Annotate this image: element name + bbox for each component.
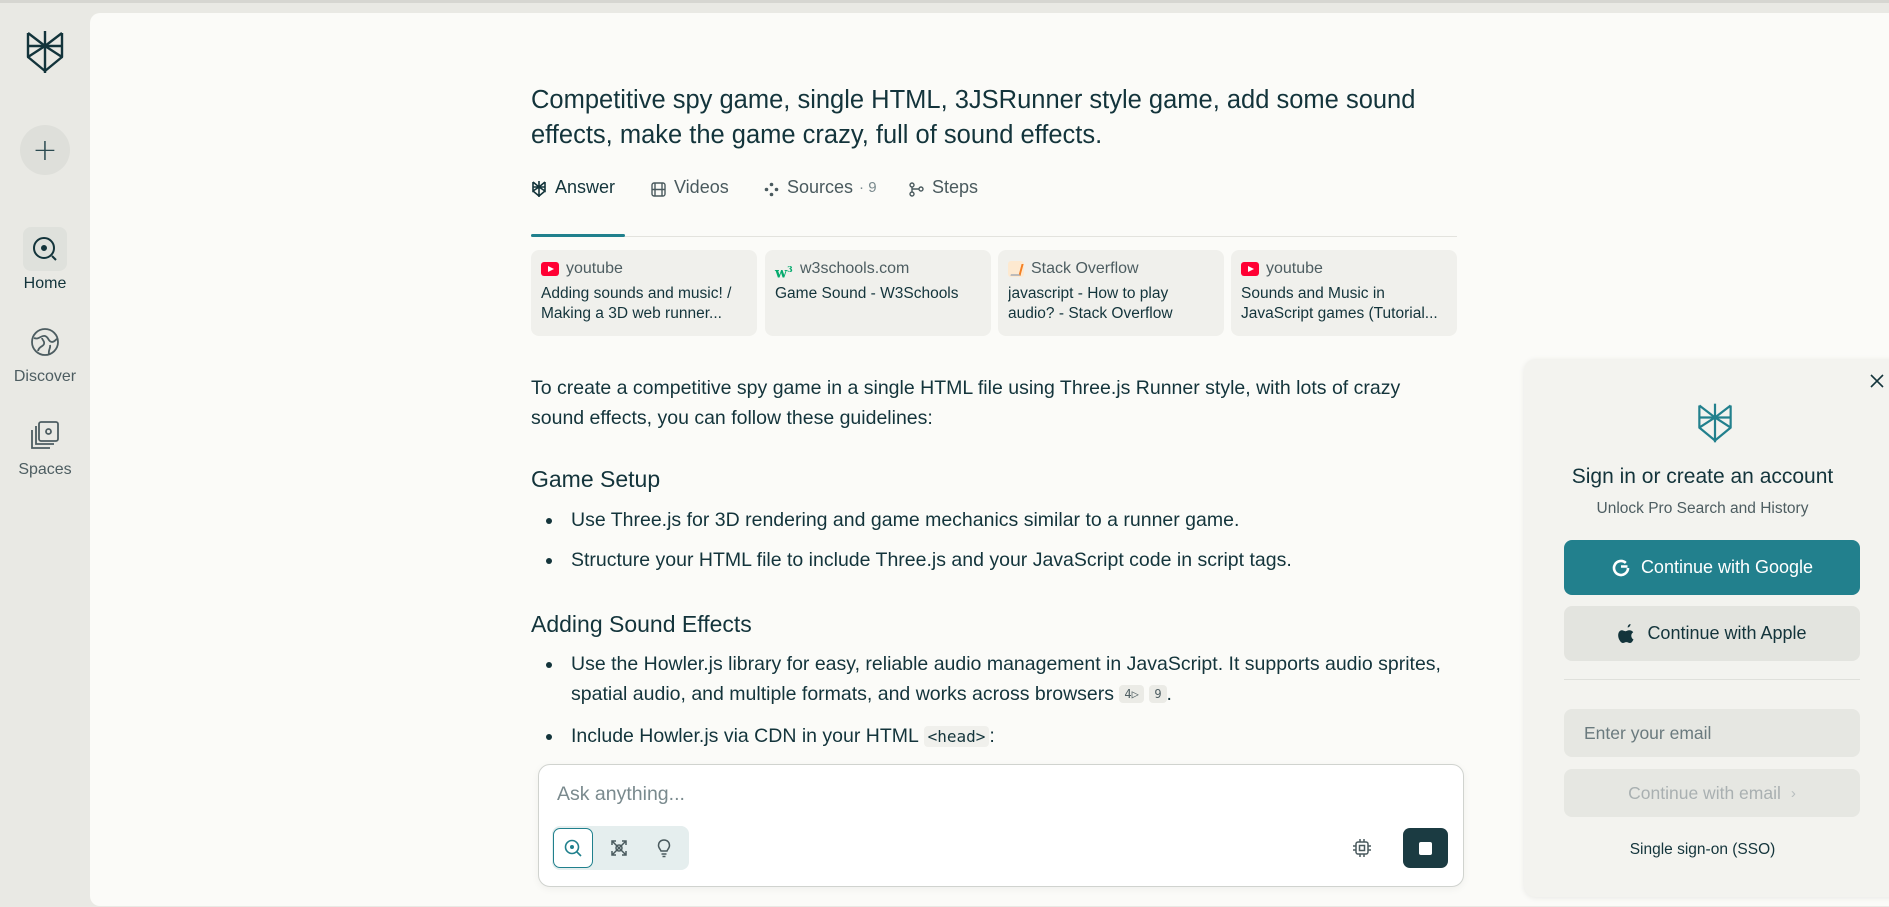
plus-icon: + — [32, 132, 58, 168]
answer-intro: To create a competitive spy game in a si… — [531, 377, 1401, 429]
email-field[interactable] — [1564, 709, 1860, 757]
list-item: Include Howler.js via CDN in your HTML <… — [531, 721, 1457, 752]
source-title: Sounds and Music in JavaScript games (Tu… — [1241, 285, 1438, 322]
bullet-list: Use Three.js for 3D rendering and game m… — [531, 505, 1457, 575]
source-card[interactable]: youtube Adding sounds and music! / Makin… — [531, 250, 757, 336]
pro-search-icon — [611, 840, 627, 856]
apple-icon — [1618, 623, 1634, 643]
reasoning-bulb-icon — [657, 839, 671, 858]
tab-videos[interactable]: Videos — [650, 177, 729, 237]
film-icon — [650, 181, 666, 197]
list-item: Use Three.js for 3D rendering and game m… — [531, 505, 1457, 535]
button-label: Continue with Google — [1640, 557, 1814, 577]
list-item: Use the Howler.js library for easy, reli… — [531, 649, 1457, 709]
new-thread-button[interactable]: + — [20, 125, 70, 175]
button-label: Continue with Apple — [1647, 623, 1807, 643]
divider — [1564, 679, 1860, 680]
pro-search-mode-button[interactable] — [599, 828, 639, 868]
globe-icon — [23, 320, 67, 364]
sidebar-item-label: Discover — [13, 368, 77, 385]
button-label: Continue with email — [1628, 782, 1781, 803]
tab-label: Answer — [555, 177, 616, 197]
section-heading: Adding Sound Effects — [531, 611, 752, 637]
w3schools-icon: w3 — [775, 264, 793, 282]
branch-icon — [908, 181, 924, 197]
source-title: Adding sounds and music! / Making a 3D w… — [541, 285, 732, 322]
signin-title: Sign in or create an account — [1571, 465, 1834, 488]
section-heading: Game Setup — [531, 466, 661, 492]
ask-input[interactable] — [557, 783, 1417, 806]
citation-number: 4 — [1124, 687, 1132, 701]
source-title: Game Sound - W3Schools — [775, 285, 959, 302]
stacked-squares-icon — [23, 413, 67, 457]
close-icon — [1870, 374, 1884, 388]
sources-count: · 9 — [859, 179, 877, 196]
search-circle-icon — [23, 227, 67, 271]
source-card[interactable]: youtube Sounds and Music in JavaScript g… — [1231, 250, 1457, 336]
list-item-text: Include Howler.js via CDN in your HTML — [571, 725, 919, 747]
source-site: Stack Overflow — [1031, 260, 1139, 277]
thread-title: Competitive spy game, single HTML, 3JSRu… — [531, 86, 1416, 149]
tab-label: Videos — [674, 177, 729, 197]
tab-answer[interactable]: Answer — [531, 177, 625, 237]
result-tabs: Answer Videos Sources · 9 Steps — [531, 177, 1457, 237]
perplexity-logo[interactable] — [22, 27, 68, 77]
source-site: w3schools.com — [800, 260, 910, 277]
google-icon — [1612, 559, 1630, 576]
chevron-right-icon: › — [1790, 784, 1796, 802]
source-site: youtube — [566, 260, 623, 277]
tab-sources[interactable]: Sources · 9 — [763, 177, 877, 237]
sidebar-item-spaces[interactable]: Spaces — [0, 413, 90, 479]
citation-badge[interactable]: 9 — [1149, 685, 1167, 703]
signin-subtitle: Unlock Pro Search and History — [1596, 500, 1809, 517]
source-cards: youtube Adding sounds and music! / Makin… — [531, 250, 1457, 336]
youtube-icon — [541, 262, 559, 276]
sso-link[interactable]: Single sign-on (SSO) — [1524, 841, 1889, 859]
ask-box — [538, 764, 1464, 887]
bullet-list: Use the Howler.js library for easy, reli… — [531, 649, 1457, 752]
continue-with-google-button[interactable]: Continue with Google — [1564, 540, 1860, 595]
list-item: Structure your HTML file to include Thre… — [531, 545, 1457, 575]
tab-label: Steps — [932, 177, 979, 197]
sidebar-item-discover[interactable]: Discover — [0, 320, 90, 386]
sidebar-item-label: Home — [23, 275, 67, 292]
tab-steps[interactable]: Steps — [908, 177, 978, 237]
continue-with-email-button[interactable]: Continue with email › — [1564, 769, 1860, 817]
perplexity-icon — [531, 181, 547, 198]
reasoning-mode-button[interactable] — [644, 828, 684, 868]
sidebar-item-home[interactable]: Home — [0, 227, 90, 293]
stackoverflow-icon — [1008, 261, 1024, 277]
sidebar: + Home Discover Spaces — [0, 0, 90, 907]
source-title: javascript - How to play audio? - Stack … — [1008, 285, 1173, 322]
source-site: youtube — [1266, 260, 1323, 277]
sidebar-item-label: Spaces — [18, 461, 72, 478]
close-button[interactable] — [1867, 371, 1887, 391]
continue-with-apple-button[interactable]: Continue with Apple — [1564, 606, 1860, 661]
source-card[interactable]: w3 w3schools.com Game Sound - W3Schools — [765, 250, 991, 336]
model-selector-button[interactable] — [1349, 835, 1375, 861]
list-item-suffix: : — [989, 725, 995, 747]
citation-badge[interactable]: 4▷ — [1119, 685, 1144, 703]
perplexity-logo — [1693, 400, 1737, 446]
search-mode-toggle — [552, 826, 689, 870]
signin-panel: Sign in or create an account Unlock Pro … — [1524, 359, 1889, 897]
search-icon — [564, 839, 582, 857]
source-card[interactable]: Stack Overflow javascript - How to play … — [998, 250, 1224, 336]
tab-label: Sources — [787, 177, 854, 197]
inline-code: <head> — [923, 726, 990, 747]
cpu-icon — [1353, 839, 1371, 857]
stop-icon — [1419, 841, 1432, 855]
sources-icon — [763, 181, 779, 197]
window-top-border — [0, 0, 1889, 3]
youtube-icon — [1241, 262, 1259, 276]
list-item-text: Use the Howler.js library for easy, reli… — [571, 653, 1441, 705]
stop-button[interactable] — [1403, 828, 1448, 868]
search-mode-button[interactable] — [553, 828, 593, 868]
